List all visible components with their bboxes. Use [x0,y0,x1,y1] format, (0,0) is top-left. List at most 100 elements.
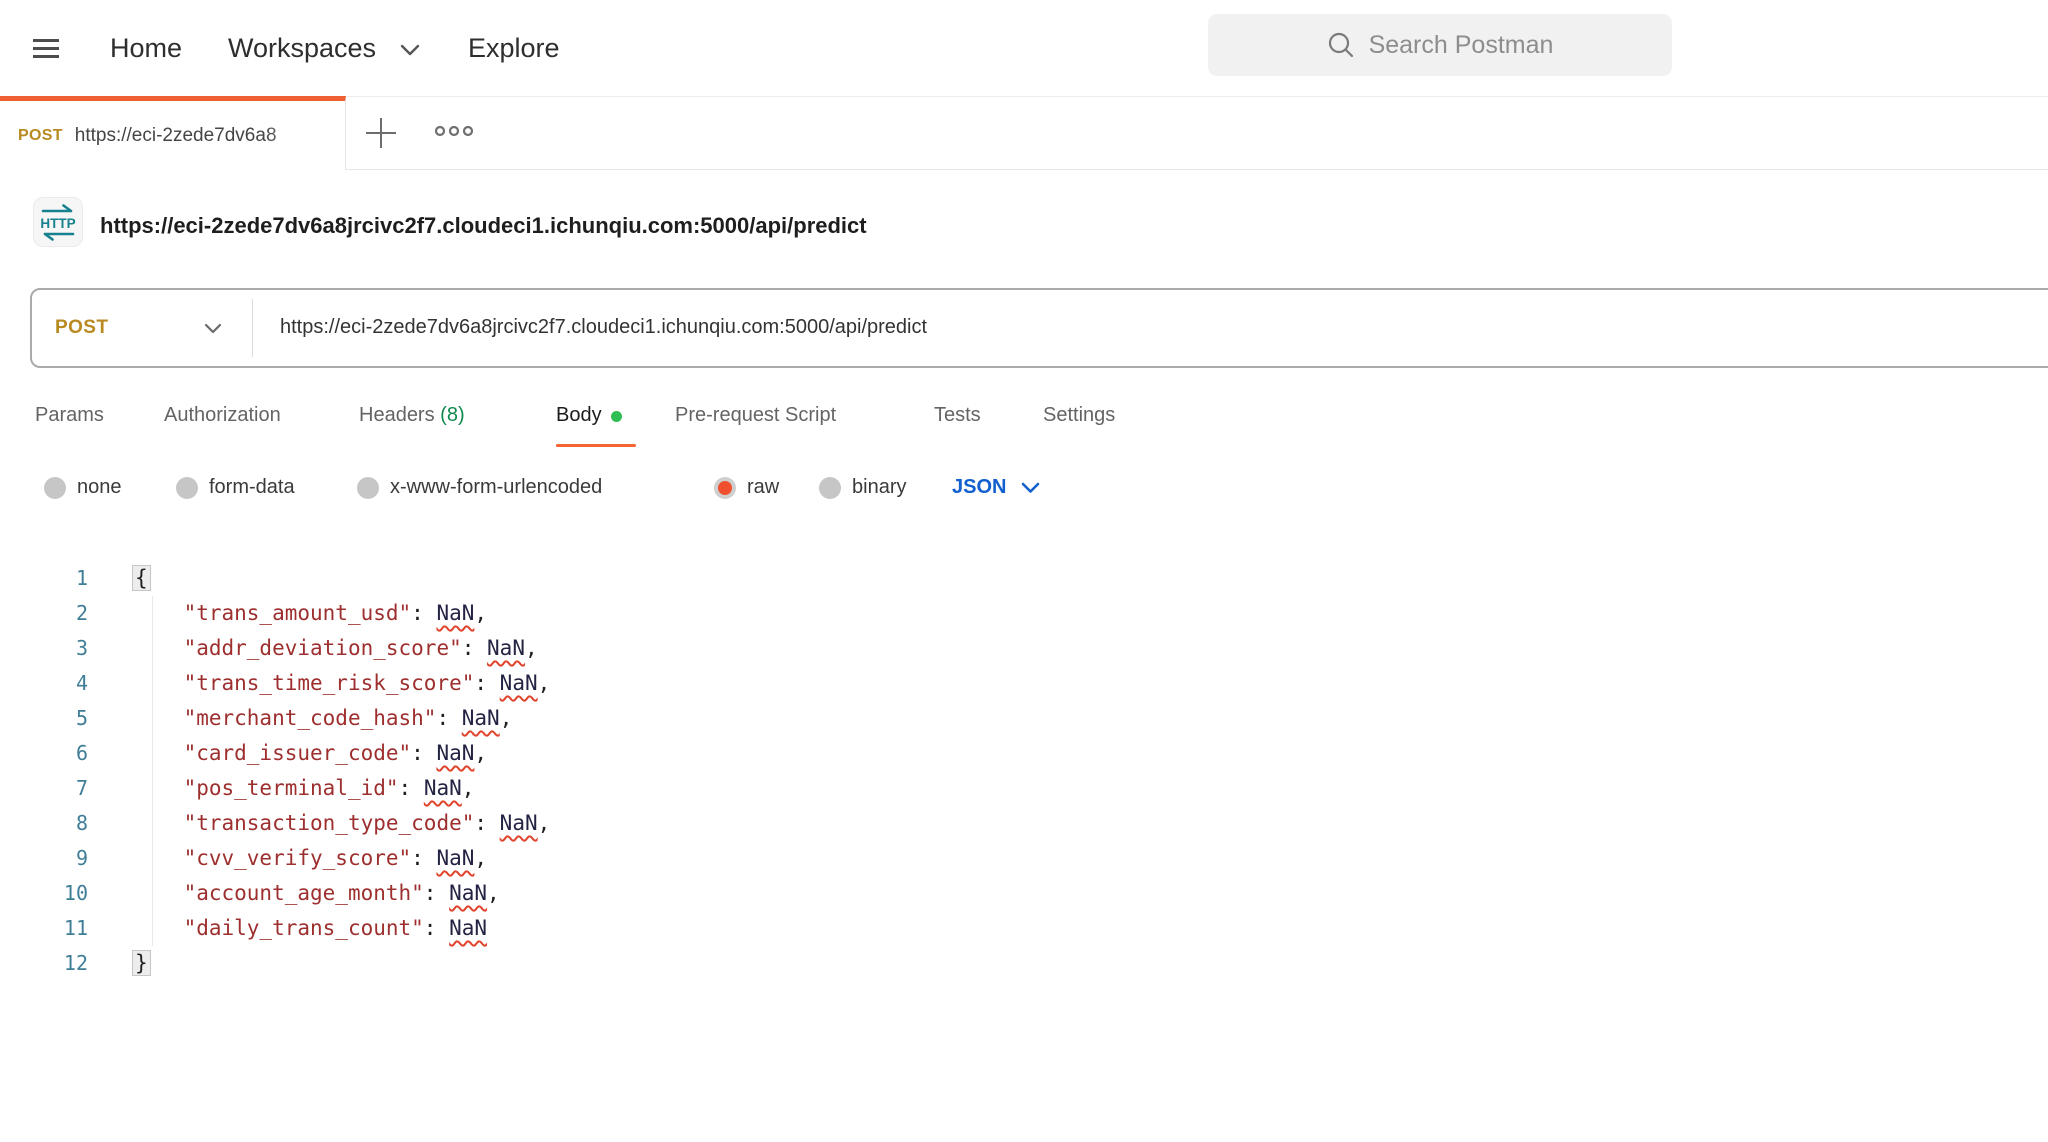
code-line[interactable]: 3 "addr_deviation_score": NaN, [0,631,2048,666]
line-number: 8 [0,806,88,841]
line-number: 9 [0,841,88,876]
radio-form-data[interactable]: form-data [176,476,295,499]
chevron-down-icon [1021,482,1040,494]
line-content: "account_age_month": NaN, [88,876,500,911]
code-line[interactable]: 11 "daily_trans_count": NaN [0,911,2048,946]
postman-window: Home Workspaces Explore Search Postman P… [0,0,2048,1142]
tab-authorization[interactable]: Authorization [164,404,281,427]
line-content: "transaction_type_code": NaN, [88,806,550,841]
code-line[interactable]: 12} [0,946,2048,981]
line-number: 4 [0,666,88,701]
url-bar: POST https://eci-2zede7dv6a8jrcivc2f7.cl… [30,288,2048,368]
line-number: 5 [0,701,88,736]
json-key: "account_age_month" [184,881,424,905]
line-number: 2 [0,596,88,631]
more-options-icon[interactable] [434,124,476,138]
chevron-down-icon[interactable] [204,323,222,334]
search-placeholder: Search Postman [1369,31,1554,60]
code-line[interactable]: 5 "merchant_code_hash": NaN, [0,701,2048,736]
radio-x-www-form-urlencoded[interactable]: x-www-form-urlencoded [357,476,602,499]
json-key: "addr_deviation_score" [184,636,462,660]
line-content: "cvv_verify_score": NaN, [88,841,487,876]
search-icon [1327,31,1355,59]
code-line[interactable]: 10 "account_age_month": NaN, [0,876,2048,911]
request-tab[interactable]: POST https://eci-2zede7dv6a8 [0,96,346,170]
tab-url-label: https://eci-2zede7dv6a8 [75,125,277,147]
code-line[interactable]: 9 "cvv_verify_score": NaN, [0,841,2048,876]
headers-count-badge: (8) [440,404,464,426]
tab-headers-label: Headers [359,404,435,426]
json-key: "daily_trans_count" [184,916,424,940]
tab-settings[interactable]: Settings [1043,404,1115,427]
json-key: "cvv_verify_score" [184,846,412,870]
code-line[interactable]: 4 "trans_time_risk_score": NaN, [0,666,2048,701]
nav-explore[interactable]: Explore [468,33,560,64]
json-key: "merchant_code_hash" [184,706,437,730]
line-content: "daily_trans_count": NaN [88,911,487,946]
language-dropdown[interactable]: JSON [952,476,1040,499]
code-lines: 1{2 "trans_amount_usd": NaN,3 "addr_devi… [0,561,2048,981]
json-key: "trans_time_risk_score" [184,671,475,695]
json-value-nan: NaN [462,706,500,730]
chevron-down-icon[interactable] [400,44,420,56]
line-number: 6 [0,736,88,771]
json-value-nan: NaN [449,916,487,940]
request-title: https://eci-2zede7dv6a8jrcivc2f7.cloudec… [100,213,867,239]
radio-binary-label: binary [852,476,906,499]
tab-tests[interactable]: Tests [934,404,981,427]
radio-circle [44,477,66,499]
nav-home[interactable]: Home [110,33,182,64]
url-input[interactable]: https://eci-2zede7dv6a8jrcivc2f7.cloudec… [280,316,927,339]
radio-circle [819,477,841,499]
line-content: "trans_amount_usd": NaN, [88,596,487,631]
radio-form-data-label: form-data [209,476,295,499]
json-value-nan: NaN [436,741,474,765]
code-line[interactable]: 8 "transaction_type_code": NaN, [0,806,2048,841]
line-number: 12 [0,946,88,981]
body-filled-dot [611,411,622,422]
line-content: "pos_terminal_id": NaN, [88,771,474,806]
line-content: "addr_deviation_score": NaN, [88,631,538,666]
code-line[interactable]: 2 "trans_amount_usd": NaN, [0,596,2048,631]
json-key: "pos_terminal_id" [184,776,399,800]
line-content: } [88,946,150,981]
line-number: 10 [0,876,88,911]
radio-none[interactable]: none [44,476,122,499]
code-line[interactable]: 6 "card_issuer_code": NaN, [0,736,2048,771]
radio-none-label: none [77,476,122,499]
menu-icon[interactable] [33,39,59,58]
tab-body[interactable]: Body [556,404,622,427]
line-number: 7 [0,771,88,806]
code-editor[interactable]: 1{2 "trans_amount_usd": NaN,3 "addr_devi… [0,561,2048,981]
json-key: "transaction_type_code" [184,811,475,835]
add-tab-icon[interactable] [364,116,398,150]
radio-raw[interactable]: raw [714,476,779,499]
radio-circle-selected [714,477,736,499]
json-value-nan: NaN [436,601,474,625]
tab-body-label: Body [556,404,602,427]
code-line[interactable]: 7 "pos_terminal_id": NaN, [0,771,2048,806]
code-line[interactable]: 1{ [0,561,2048,596]
tab-text-fade [265,106,345,169]
method-dropdown[interactable]: POST [55,290,255,366]
tab-headers[interactable]: Headers (8) [359,404,465,427]
json-value-nan: NaN [500,671,538,695]
protocol-label: HTTP [40,216,75,231]
line-content: "trans_time_risk_score": NaN, [88,666,550,701]
tab-params[interactable]: Params [35,404,104,427]
radio-circle [357,477,379,499]
close-brace: } [133,951,150,975]
top-nav: Home Workspaces Explore Search Postman [0,0,2048,96]
search-input[interactable]: Search Postman [1208,14,1672,76]
nav-workspaces[interactable]: Workspaces [228,33,376,64]
line-content: { [88,561,150,596]
json-key: "trans_amount_usd" [184,601,412,625]
method-label: POST [55,317,108,339]
json-value-nan: NaN [424,776,462,800]
radio-binary[interactable]: binary [819,476,906,499]
line-content: "merchant_code_hash": NaN, [88,701,512,736]
tab-prerequest-script[interactable]: Pre-request Script [675,404,836,427]
language-label: JSON [952,476,1006,499]
json-value-nan: NaN [449,881,487,905]
radio-raw-label: raw [747,476,779,499]
